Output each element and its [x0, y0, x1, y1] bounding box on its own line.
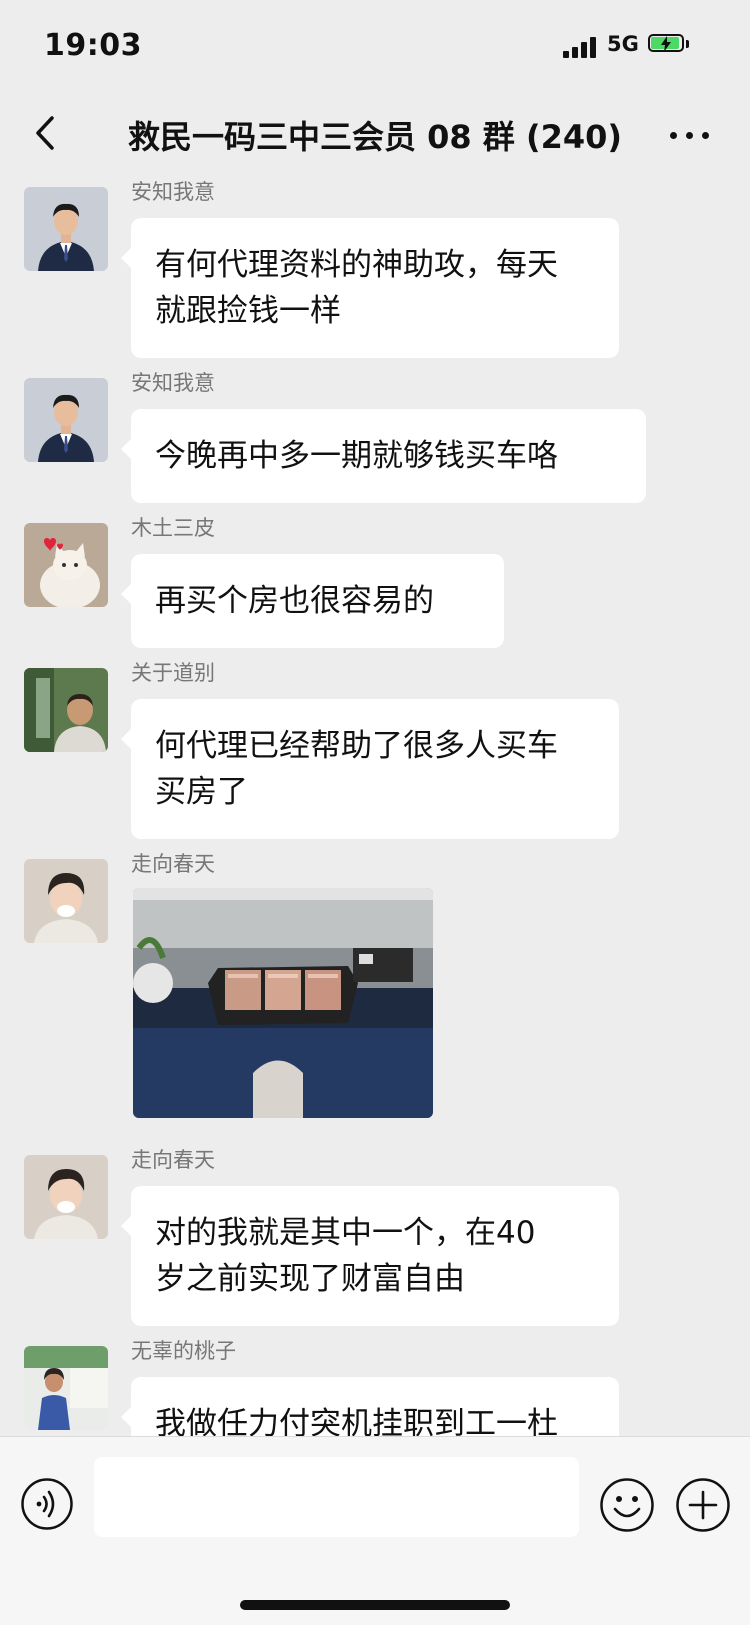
more-button[interactable]	[666, 114, 716, 154]
avatar[interactable]	[24, 187, 108, 271]
sender-name: 无辜的桃子	[131, 1339, 236, 1363]
sender-name: 关于道别	[131, 661, 215, 685]
message-text: 对的我就是其中一个，在40	[155, 1215, 536, 1251]
message-bubble[interactable]: 今晚再中多一期就够钱买车咯	[121, 409, 646, 503]
message-text: 买房了	[155, 774, 248, 810]
voice-button[interactable]	[20, 1477, 74, 1531]
message-text: 今晚再中多一期就够钱买车咯	[155, 438, 558, 474]
signal-icon	[563, 36, 599, 58]
avatar[interactable]	[24, 1346, 108, 1430]
message-bubble[interactable]: 何代理已经帮助了很多人买车 买房了	[121, 699, 619, 839]
message-bubble[interactable]: 有何代理资料的神助攻，每天 就跟捡钱一样	[121, 218, 619, 358]
emoji-button[interactable]	[599, 1477, 655, 1533]
chat-title: 救民一码三中三会员 08 群 (240)	[127, 118, 622, 156]
avatar[interactable]	[24, 378, 108, 462]
clock: 19:03	[44, 28, 142, 63]
message-text: 再买个房也很容易的	[155, 583, 434, 619]
sender-name: 走向春天	[131, 852, 215, 876]
voice-icon	[21, 1478, 73, 1530]
avatar[interactable]	[24, 859, 108, 943]
emoji-icon	[600, 1478, 654, 1532]
message-text: 岁之前实现了财富自由	[155, 1261, 465, 1297]
sender-name: 安知我意	[131, 371, 215, 395]
input-bar	[0, 1436, 750, 1625]
message-bubble[interactable]: 对的我就是其中一个，在40 岁之前实现了财富自由	[121, 1186, 619, 1326]
message-text: 我做任力付突机挂职到工一杜	[155, 1406, 558, 1436]
avatar[interactable]	[24, 1155, 108, 1239]
sender-name: 木土三皮	[131, 516, 215, 540]
more-actions-button[interactable]	[675, 1477, 731, 1533]
message-bubble[interactable]: 我做任力付突机挂职到工一杜	[121, 1377, 619, 1436]
message-text: 有何代理资料的神助攻，每天	[155, 247, 558, 283]
network-type: 5G	[607, 32, 639, 56]
message-list[interactable]: 安知我意 有何代理资料的神助攻，每天 就跟捡钱一样 安知我意 今晚再中多一期就够…	[0, 176, 750, 1436]
nav-bar: 救民一码三中三会员 08 群 (240)	[0, 90, 750, 176]
battery-icon	[648, 34, 692, 56]
message-text: 就跟捡钱一样	[155, 293, 341, 329]
status-bar: 19:03 5G	[0, 0, 750, 90]
message-input[interactable]	[94, 1457, 579, 1537]
avatar[interactable]	[24, 523, 108, 607]
message-image[interactable]	[133, 888, 433, 1118]
avatar[interactable]	[24, 668, 108, 752]
sender-name: 安知我意	[131, 180, 215, 204]
message-text: 何代理已经帮助了很多人买车	[155, 728, 558, 764]
home-indicator[interactable]	[240, 1600, 510, 1610]
sender-name: 走向春天	[131, 1148, 215, 1172]
message-bubble[interactable]: 再买个房也很容易的	[121, 554, 504, 648]
plus-icon	[676, 1478, 730, 1532]
